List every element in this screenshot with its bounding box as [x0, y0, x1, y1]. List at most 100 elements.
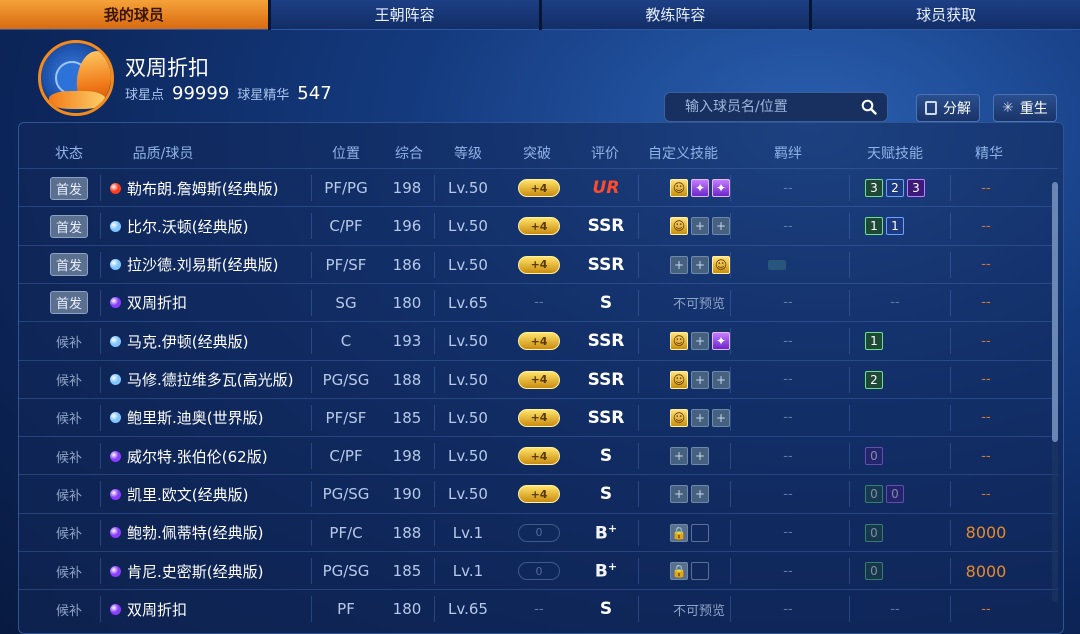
player-name-cell[interactable]: 双周折扣 — [110, 284, 187, 322]
player-name: 威尔特.张伯伦(62版) — [127, 447, 268, 466]
skill-slot-empty-icon[interactable]: + — [691, 408, 709, 427]
level-cell: Lv.65 — [448, 600, 488, 619]
talent-badge[interactable]: 0 — [865, 447, 883, 466]
skill-slot-purple-icon[interactable]: ✦ — [712, 179, 730, 197]
rebirth-button[interactable]: ✳ 重生 — [993, 94, 1057, 122]
breakthrough-badge: +4 — [518, 370, 560, 389]
talent-badge[interactable]: 0 — [865, 562, 883, 580]
status-cell: 候补 — [56, 437, 82, 475]
player-name: 凯里.欧文(经典版) — [127, 485, 249, 504]
skill-slot-gold-icon[interactable]: ☺ — [670, 332, 688, 351]
skill-slot-empty-icon[interactable]: + — [670, 485, 688, 504]
talent-badge[interactable]: 0 — [886, 485, 904, 504]
skill-slot-gold-icon[interactable]: ☺ — [670, 217, 688, 236]
skill-slot-purple-icon[interactable]: ✦ — [712, 332, 730, 351]
talent-empty: -- — [890, 601, 900, 617]
skill-slot-empty-icon[interactable]: + — [691, 217, 709, 236]
player-name-cell[interactable]: 比尔.沃顿(经典版) — [110, 207, 248, 245]
talent-badge[interactable]: 3 — [907, 179, 925, 197]
player-name-cell[interactable]: 马克.伊顿(经典版) — [110, 322, 248, 360]
table-row[interactable]: 候补 肯尼.史密斯(经典版) PG/SG 185 Lv.1 0 B+ 🔒 -- 0 8000 — [18, 551, 1058, 589]
talent-badge[interactable]: 0 — [865, 485, 883, 504]
table-row[interactable]: 候补 双周折扣 PF 180 Lv.65 -- S 不可预览 -- -- -- — [18, 589, 1058, 627]
player-name-cell[interactable]: 鲍里斯.迪奥(世界版) — [110, 399, 263, 437]
skill-slot-gold-icon[interactable]: ☺ — [670, 179, 688, 197]
skill-slot-gold-icon[interactable]: ☺ — [670, 408, 688, 427]
player-name-cell[interactable]: 双周折扣 — [110, 590, 187, 628]
talent-badge[interactable]: 1 — [865, 332, 883, 351]
table-row[interactable]: 首发 双周折扣 SG 180 Lv.65 -- S 不可预览 -- -- -- — [18, 282, 1058, 322]
player-name: 马克.伊顿(经典版) — [127, 332, 249, 351]
table-row[interactable]: 首发 勒布朗.詹姆斯(经典版) PF/PG 198 Lv.50 +4 UR ☺ ✦ ✦ -- 3 2 3-… — [18, 168, 1058, 206]
bond-cell: -- — [783, 552, 792, 590]
talent-badge[interactable]: 0 — [865, 523, 883, 542]
talent-badge[interactable]: 1 — [886, 217, 904, 236]
talent-badge[interactable]: 1 — [865, 217, 883, 236]
custom-skills: + + — [670, 485, 709, 504]
talent-badge[interactable]: 2 — [865, 370, 883, 389]
bond-value: -- — [783, 563, 793, 579]
col-custom-skills: 自定义技能 — [648, 146, 718, 162]
player-name-cell[interactable]: 鲍勃.佩蒂特(经典版) — [110, 514, 263, 552]
table-row[interactable]: 候补 马修.德拉维多瓦(高光版) PG/SG 188 Lv.50 +4 SSR ☺ + + -- 2-… — [18, 359, 1058, 399]
tab-player-acquire[interactable]: 球员获取 — [812, 0, 1080, 30]
skill-slot-gold-icon[interactable]: ☺ — [712, 255, 730, 274]
player-name-cell[interactable]: 马修.德拉维多瓦(高光版) — [110, 361, 293, 399]
table-row[interactable]: 首发 拉沙德.刘易斯(经典版) PF/SF 186 Lv.50 +4 SSR + + ☺ -- — [18, 244, 1058, 284]
skill-slot-empty-icon[interactable]: + — [670, 255, 688, 274]
talent-skills: 11 — [865, 217, 904, 236]
skill-slot-empty-icon[interactable]: + — [691, 332, 709, 351]
player-name: 鲍里斯.迪奥(世界版) — [127, 409, 264, 428]
skill-slot-blank-icon[interactable] — [691, 562, 709, 580]
table-row[interactable]: 候补 凯里.欧文(经典版) PG/SG 190 Lv.50 +4 S + + -- 0 0 -- — [18, 474, 1058, 512]
skill-slot-empty-icon[interactable]: + — [712, 217, 730, 236]
skill-slot-purple-icon[interactable]: ✦ — [691, 179, 709, 197]
skill-slot-lock-icon[interactable]: 🔒 — [670, 562, 688, 580]
essence-amount: 8000 — [965, 561, 1007, 581]
table-row[interactable]: 候补 马克.伊顿(经典版) C 193 Lv.50 +4 SSR ☺ + ✦ -- 1 -- — [18, 321, 1058, 359]
talent-badge[interactable]: 2 — [886, 179, 904, 197]
position-cell: C/PF — [329, 217, 363, 236]
table-row[interactable]: 候补 鲍勃.佩蒂特(经典版) PF/C 188 Lv.1 0 B+ 🔒 -- 0 8000 — [18, 512, 1058, 552]
player-name-cell[interactable]: 勒布朗.詹姆斯(经典版) — [110, 169, 278, 207]
player-name-cell[interactable]: 凯里.欧文(经典版) — [110, 475, 248, 513]
skill-slot-empty-icon[interactable]: + — [670, 447, 688, 466]
level-cell: Lv.50 — [448, 370, 488, 389]
skill-slot-gold-icon[interactable]: ☺ — [670, 370, 688, 389]
player-name-cell[interactable]: 肯尼.史密斯(经典版) — [110, 552, 263, 590]
skill-slot-empty-icon[interactable]: + — [712, 370, 730, 389]
essence-cell: -- — [981, 590, 990, 628]
tab-my-players[interactable]: 我的球员 — [0, 0, 268, 30]
bond-cell: -- — [783, 207, 792, 245]
bond-cell: -- — [783, 437, 792, 475]
tab-coach-lineup[interactable]: 教练阵容 — [541, 0, 810, 30]
decompose-button[interactable]: 分解 — [916, 94, 980, 122]
skill-slot-empty-icon[interactable]: + — [691, 370, 709, 389]
table-row[interactable]: 候补 鲍里斯.迪奥(世界版) PF/SF 185 Lv.50 +4 SSR ☺ + + -- -- — [18, 397, 1058, 437]
skill-slot-empty-icon[interactable]: + — [691, 485, 709, 504]
skill-slot-blank-icon[interactable] — [691, 523, 709, 542]
rating-cell: SSR — [588, 322, 625, 360]
player-name-cell[interactable]: 威尔特.张伯伦(62版) — [110, 437, 268, 475]
search-box[interactable] — [664, 92, 888, 122]
breakthrough-cell: -- — [534, 590, 543, 628]
talent-badge[interactable]: 3 — [865, 179, 883, 197]
skill-slot-empty-icon[interactable]: + — [691, 255, 709, 274]
status-cell: 首发 — [49, 207, 89, 245]
table-row[interactable]: 首发 比尔.沃顿(经典版) C/PF 196 Lv.50 +4 SSR ☺ + + -- 1 1 -- — [18, 206, 1058, 244]
skill-slot-empty-icon[interactable]: + — [691, 447, 709, 466]
player-name-cell[interactable]: 拉沙德.刘易斯(经典版) — [110, 246, 278, 284]
status-badge: 首发 — [49, 253, 89, 277]
scrollbar-thumb[interactable] — [1052, 182, 1058, 442]
overall-cell: 198 — [392, 447, 422, 466]
quality-dot-icon — [110, 488, 121, 500]
quality-dot-icon — [110, 603, 121, 615]
bond-cell: -- — [783, 399, 792, 437]
skill-slot-empty-icon[interactable]: + — [712, 408, 730, 427]
search-input[interactable] — [685, 99, 855, 115]
skill-slot-lock-icon[interactable]: 🔒 — [670, 523, 688, 542]
table-row[interactable]: 候补 威尔特.张伯伦(62版) C/PF 198 Lv.50 +4 S + + -- 0 -- — [18, 436, 1058, 474]
status-cell: 候补 — [56, 552, 82, 590]
tab-dynasty-lineup[interactable]: 王朝阵容 — [270, 0, 539, 30]
search-icon[interactable] — [861, 99, 877, 115]
